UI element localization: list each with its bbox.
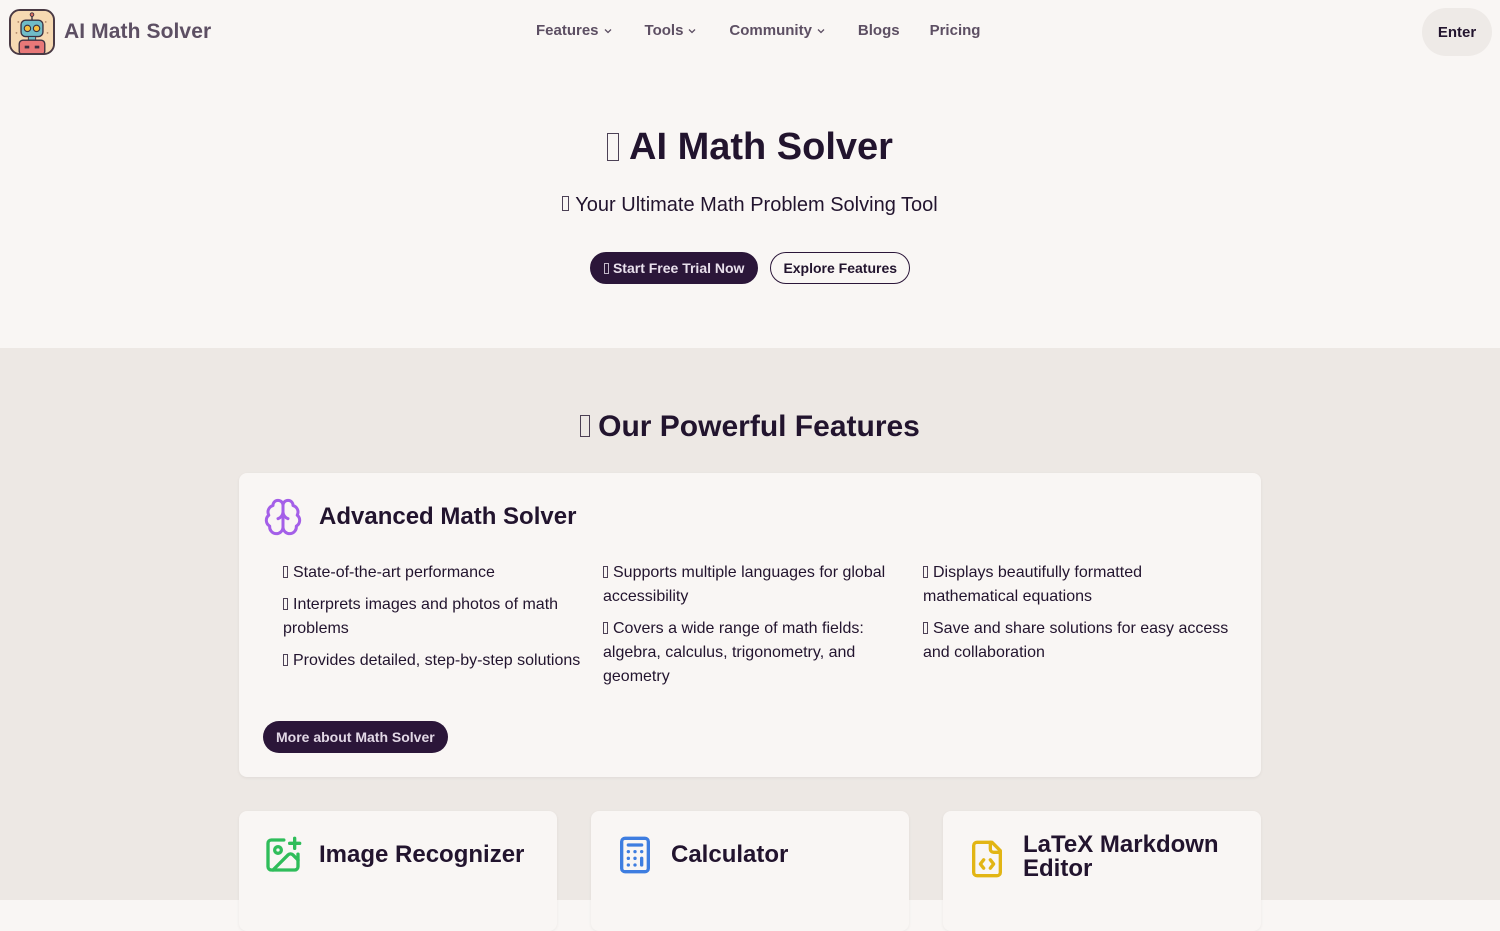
- hero-title-text: AI Math Solver: [629, 126, 893, 168]
- brand-link[interactable]: AI Math Solver: [9, 9, 211, 55]
- robot-logo-icon: [9, 9, 55, 55]
- feature-item-text: Provides detailed, step-by-step solution…: [293, 652, 581, 669]
- hero-subtitle: Your Ultimate Math Problem Solving Tool: [0, 194, 1500, 217]
- feature-item-text: Interprets images and photos of math pro…: [283, 596, 559, 637]
- explore-features-button[interactable]: Explore Features: [770, 252, 911, 284]
- feature-item: Interprets images and photos of math pro…: [283, 593, 591, 641]
- feature-card-math-solver: Advanced Math Solver State-of-the-art pe…: [239, 473, 1261, 777]
- chevron-down-icon: [817, 28, 825, 33]
- feature-item-text: State-of-the-art performance: [293, 564, 495, 581]
- emoji-placeholder-icon: [562, 196, 570, 211]
- feature-item: Supports multiple languages for global a…: [603, 561, 911, 609]
- main-nav: Features Tools Community Blogs Pricing: [536, 22, 980, 39]
- calculator-icon: [620, 836, 650, 874]
- enter-button[interactable]: Enter: [1422, 8, 1492, 56]
- nav-community[interactable]: Community: [729, 22, 826, 39]
- features-title: Our Powerful Features: [0, 410, 1500, 444]
- card-title: Advanced Math Solver: [319, 503, 577, 530]
- feature-card-image-recognizer[interactable]: Image Recognizer: [239, 811, 557, 931]
- hero-actions: Start Free Trial Now Explore Features: [0, 252, 1500, 284]
- chevron-down-icon: [604, 28, 611, 33]
- emoji-placeholder-icon: [603, 566, 608, 578]
- nav-features-label: Features: [536, 22, 599, 39]
- file-code-icon: [972, 840, 1002, 878]
- feature-column: State-of-the-art performance Interprets …: [283, 561, 603, 697]
- hero-subtitle-text: Your Ultimate Math Problem Solving Tool: [575, 194, 938, 216]
- card-header: Advanced Math Solver: [263, 497, 576, 537]
- emoji-placeholder-icon: [283, 566, 288, 578]
- feature-item: State-of-the-art performance: [283, 561, 591, 585]
- nav-blogs[interactable]: Blogs: [858, 22, 900, 39]
- emoji-placeholder-icon: [923, 622, 928, 634]
- brand-name: AI Math Solver: [64, 20, 212, 43]
- card-header: Image Recognizer: [263, 835, 524, 875]
- more-about-math-solver-button[interactable]: More about Math Solver: [263, 721, 448, 753]
- feature-item: Covers a wide range of math fields: alge…: [603, 617, 911, 689]
- start-free-trial-button[interactable]: Start Free Trial Now: [589, 252, 759, 284]
- emoji-placeholder-icon: [603, 622, 608, 634]
- feature-item: Displays beautifully formatted mathemati…: [923, 561, 1231, 609]
- feature-column: Supports multiple languages for global a…: [603, 561, 923, 697]
- feature-item-text: Supports multiple languages for global a…: [603, 564, 886, 605]
- emoji-placeholder-icon: [283, 598, 288, 610]
- card-header: Calculator: [615, 835, 788, 875]
- chevron-down-icon: [688, 28, 696, 33]
- card-title: Calculator: [671, 841, 789, 868]
- nav-tools-label: Tools: [644, 22, 684, 39]
- card-header: LaTeX Markdown Editor: [967, 833, 1243, 881]
- top-navbar: AI Math Solver Features Tools Community …: [0, 0, 1500, 64]
- feature-item: Provides detailed, step-by-step solution…: [283, 649, 591, 673]
- feature-item-text: Save and share solutions for easy access…: [923, 620, 1229, 661]
- feature-list: State-of-the-art performance Interprets …: [283, 561, 1243, 697]
- features-section: Our Powerful Features Advanced Math Solv…: [0, 348, 1500, 931]
- features-title-text: Our Powerful Features: [598, 410, 920, 443]
- feature-card-latex-editor[interactable]: LaTeX Markdown Editor: [943, 811, 1261, 931]
- emoji-placeholder-icon: [923, 566, 928, 578]
- feature-item: Save and share solutions for easy access…: [923, 617, 1231, 665]
- feature-column: Displays beautifully formatted mathemati…: [923, 561, 1243, 697]
- feature-item-text: Covers a wide range of math fields: alge…: [603, 620, 864, 685]
- hero-section: AI Math Solver Your Ultimate Math Proble…: [0, 64, 1500, 348]
- nav-tools[interactable]: Tools: [645, 22, 698, 39]
- nav-community-label: Community: [729, 22, 812, 39]
- nav-pricing[interactable]: Pricing: [930, 22, 981, 39]
- feature-item-text: Displays beautifully formatted mathemati…: [923, 564, 1142, 605]
- emoji-placeholder-icon: [603, 262, 609, 274]
- hero-title: AI Math Solver: [0, 126, 1500, 169]
- image-plus-icon: [266, 836, 302, 872]
- brain-icon: [264, 498, 302, 536]
- card-title: LaTeX Markdown Editor: [1023, 831, 1219, 882]
- emoji-placeholder-icon: [580, 415, 591, 437]
- emoji-placeholder-icon: [283, 654, 288, 666]
- emoji-placeholder-icon: [607, 133, 620, 161]
- feature-card-calculator[interactable]: Calculator: [591, 811, 909, 931]
- nav-features[interactable]: Features: [536, 22, 613, 39]
- start-free-trial-label: Start Free Trial Now: [612, 260, 745, 276]
- card-title: Image Recognizer: [319, 841, 525, 868]
